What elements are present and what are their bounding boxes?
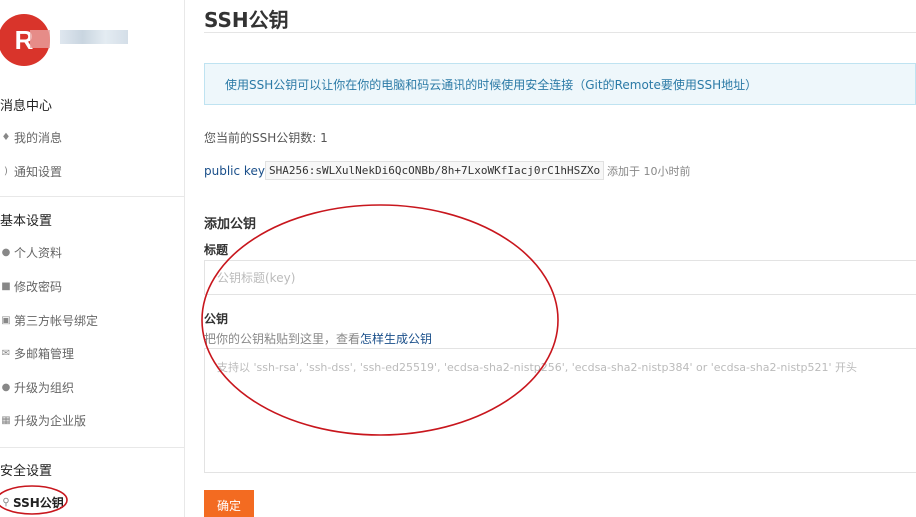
username-blurred [60, 30, 128, 44]
key-fingerprint: SHA256:sWLXulNekDi6QcONBb/8h+7LxoWKfIacj… [265, 161, 605, 180]
sidebar-item-change-password[interactable]: ■ 修改密码 [0, 278, 62, 295]
sidebar-item-third-party[interactable]: ▣ 第三方帐号绑定 [0, 312, 98, 329]
title-divider [204, 32, 916, 33]
key-textarea[interactable] [204, 348, 916, 473]
sidebar-item-ssh-keys[interactable]: ⚲ SSH公钥 [0, 494, 64, 511]
sidebar-item-label: SSH公钥 [13, 496, 64, 510]
sidebar-item-label: 修改密码 [14, 280, 63, 294]
sidebar-item-label: 多邮箱管理 [14, 347, 75, 361]
sidebar-item-label: 第三方帐号绑定 [14, 314, 99, 328]
envelope-icon: ✉ [1, 348, 11, 359]
how-to-generate-key-link[interactable]: 怎样生成公钥 [360, 332, 432, 346]
add-key-heading: 添加公钥 [204, 217, 257, 232]
link-icon: ▣ [1, 315, 11, 326]
key-count: 您当前的SSH公钥数: 1 [204, 131, 328, 145]
key-hint: 把你的公钥粘贴到这里，查看怎样生成公钥 [204, 330, 432, 347]
sidebar-item-emails[interactable]: ✉ 多邮箱管理 [0, 345, 74, 362]
sidebar: R 消息中心 ♦ 我的消息 ) 通知设置 基本设置 ● 个人资料 ■ 修改密码 … [0, 0, 185, 517]
title-label: 标题 [204, 243, 229, 257]
info-banner: 使用SSH公钥可以让你在你的电脑和码云通讯的时候使用安全连接（Git的Remot… [204, 63, 916, 105]
key-icon: ⚲ [2, 497, 10, 508]
sidebar-item-label: 升级为组织 [14, 381, 75, 395]
key-hint-text: 把你的公钥粘贴到这里，查看 [204, 332, 361, 346]
key-label-field: 公钥 [204, 312, 229, 326]
sidebar-item-notification-settings[interactable]: ) 通知设置 [0, 163, 62, 180]
sidebar-item-profile[interactable]: ● 个人资料 [0, 244, 62, 261]
sidebar-item-label: 通知设置 [14, 165, 63, 179]
user-icon: ● [1, 247, 11, 258]
key-added-time: 添加于 10小时前 [607, 165, 691, 178]
bell-icon: ♦ [1, 132, 11, 143]
sidebar-item-label: 升级为企业版 [14, 414, 87, 428]
group-icon: ● [1, 382, 11, 393]
sidebar-group-basic: 基本设置 [0, 214, 53, 229]
sidebar-item-upgrade-enterprise[interactable]: ▦ 升级为企业版 [0, 412, 86, 429]
sidebar-item-label: 我的消息 [14, 131, 63, 145]
key-label[interactable]: public key [204, 164, 265, 178]
speaker-icon: ) [4, 166, 8, 177]
sidebar-item-label: 个人资料 [14, 246, 63, 260]
sidebar-item-my-messages[interactable]: ♦ 我的消息 [0, 129, 63, 146]
sidebar-divider [0, 447, 185, 448]
sidebar-divider [0, 196, 185, 197]
lock-icon: ■ [1, 281, 11, 292]
sidebar-item-upgrade-org[interactable]: ● 升级为组织 [0, 379, 74, 396]
sidebar-group-security: 安全设置 [0, 464, 53, 479]
title-input[interactable] [204, 260, 916, 295]
submit-button[interactable]: 确定 [204, 490, 254, 517]
avatar-blur [30, 30, 50, 48]
sidebar-group-messages: 消息中心 [0, 99, 53, 114]
page-title: SSH公钥 [204, 8, 289, 32]
building-icon: ▦ [1, 415, 11, 426]
